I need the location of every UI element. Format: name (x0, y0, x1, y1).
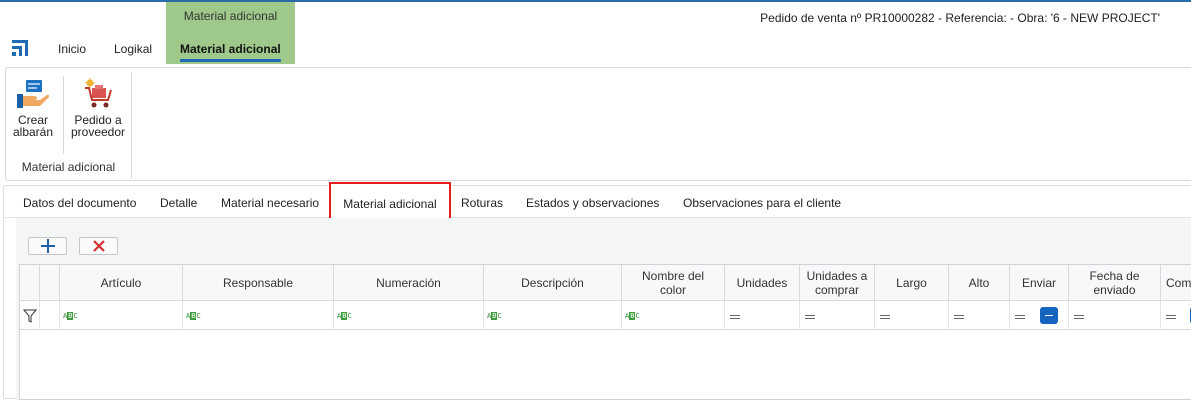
col-alto[interactable]: Alto (949, 265, 1010, 301)
document-tab-bar: Datos del documento Detalle Material nec… (4, 182, 1191, 220)
tab-logikal[interactable]: Logikal (114, 42, 152, 56)
filter-unidades[interactable] (725, 301, 800, 330)
equals-filter-icon (880, 315, 890, 319)
text-filter-icon: ABC (186, 312, 201, 320)
pedido-proveedor-label-2: proveedor (70, 125, 126, 139)
tab-material-adicional-active[interactable]: Material adicional (329, 182, 451, 220)
equals-filter-icon (805, 315, 815, 319)
tab-observaciones-cliente[interactable]: Observaciones para el cliente (683, 196, 841, 210)
equals-filter-icon (1166, 315, 1176, 319)
crear-albaran-button[interactable]: Crear albarán (10, 78, 56, 138)
col-numeracion[interactable]: Numeración (334, 265, 484, 301)
filter-responsable[interactable]: ABC (183, 301, 334, 330)
filter-articulo[interactable]: ABC (60, 301, 183, 330)
equals-filter-icon (730, 315, 740, 319)
filter-comp[interactable] (1161, 301, 1191, 330)
tab-detalle[interactable]: Detalle (160, 196, 197, 210)
equals-filter-icon (954, 315, 964, 319)
filter-numeracion[interactable]: ABC (334, 301, 484, 330)
tab-roturas[interactable]: Roturas (461, 196, 503, 210)
create-delivery-note-icon (17, 80, 50, 108)
delete-icon (92, 240, 105, 252)
tab-content-area: Artículo Responsable Numeración Descripc… (16, 218, 1191, 400)
row-indicator-header (20, 265, 40, 301)
col-enviar[interactable]: Enviar (1010, 265, 1069, 301)
tab-inicio[interactable]: Inicio (58, 42, 86, 56)
text-filter-icon: ABC (337, 312, 352, 320)
data-grid: Artículo Responsable Numeración Descripc… (19, 264, 1191, 400)
document-panel: Datos del documento Detalle Material nec… (3, 182, 1191, 400)
filter-descripcion[interactable]: ABC (484, 301, 622, 330)
col-largo[interactable]: Largo (875, 265, 949, 301)
tab-material-necesario[interactable]: Material necesario (221, 196, 319, 210)
equals-filter-icon (1074, 315, 1084, 319)
tab-material-adicional-label: Material adicional (343, 197, 437, 211)
ribbon-panel: Crear albarán Pedido a proveedor Materia… (5, 67, 1191, 181)
equals-filter-icon (1015, 315, 1025, 319)
filter-select-cell (40, 301, 60, 330)
col-comp[interactable]: Comp (1161, 265, 1191, 301)
col-nombre-color[interactable]: Nombre del color (622, 265, 725, 301)
select-column-header[interactable] (40, 265, 60, 301)
filter-unidades-comprar[interactable] (800, 301, 875, 330)
ribbon-separator (63, 76, 64, 154)
filter-largo[interactable] (875, 301, 949, 330)
context-group-label: Material adicional (183, 9, 278, 23)
crear-albaran-label-2: albarán (12, 125, 54, 139)
tab-estados-observaciones[interactable]: Estados y observaciones (526, 196, 659, 210)
app-logo-icon[interactable] (12, 40, 30, 56)
pedido-proveedor-button[interactable]: Pedido a proveedor (68, 78, 128, 138)
filter-fecha-enviado[interactable] (1069, 301, 1161, 330)
delete-row-button[interactable] (79, 237, 118, 255)
add-icon (40, 239, 55, 253)
text-filter-icon: ABC (487, 312, 502, 320)
add-row-button[interactable] (28, 237, 67, 255)
ribbon-group-separator (131, 72, 132, 178)
filter-nombre-color[interactable]: ABC (622, 301, 725, 330)
col-responsable[interactable]: Responsable (183, 265, 334, 301)
filter-row-cell[interactable] (20, 301, 40, 330)
col-articulo[interactable]: Artículo (60, 265, 183, 301)
supplier-order-cart-icon (85, 78, 112, 108)
col-fecha-enviado[interactable]: Fecha de enviado (1069, 265, 1161, 301)
tab-material-adicional[interactable]: Material adicional (180, 42, 281, 56)
text-filter-icon: ABC (625, 312, 640, 320)
col-unidades[interactable]: Unidades (725, 265, 800, 301)
filter-enviar[interactable] (1010, 301, 1069, 330)
enviar-checkbox-filter[interactable] (1040, 307, 1058, 324)
active-tab-underline (180, 59, 281, 62)
document-info: Pedido de venta nº PR10000282 - Referenc… (760, 11, 1160, 25)
text-filter-icon: ABC (63, 312, 78, 320)
col-descripcion[interactable]: Descripción (484, 265, 622, 301)
filter-icon (23, 309, 37, 323)
ribbon-group-label: Material adicional (21, 160, 116, 174)
tab-datos-documento[interactable]: Datos del documento (23, 196, 136, 210)
col-unidades-comprar[interactable]: Unidades a comprar (800, 265, 875, 301)
filter-alto[interactable] (949, 301, 1010, 330)
